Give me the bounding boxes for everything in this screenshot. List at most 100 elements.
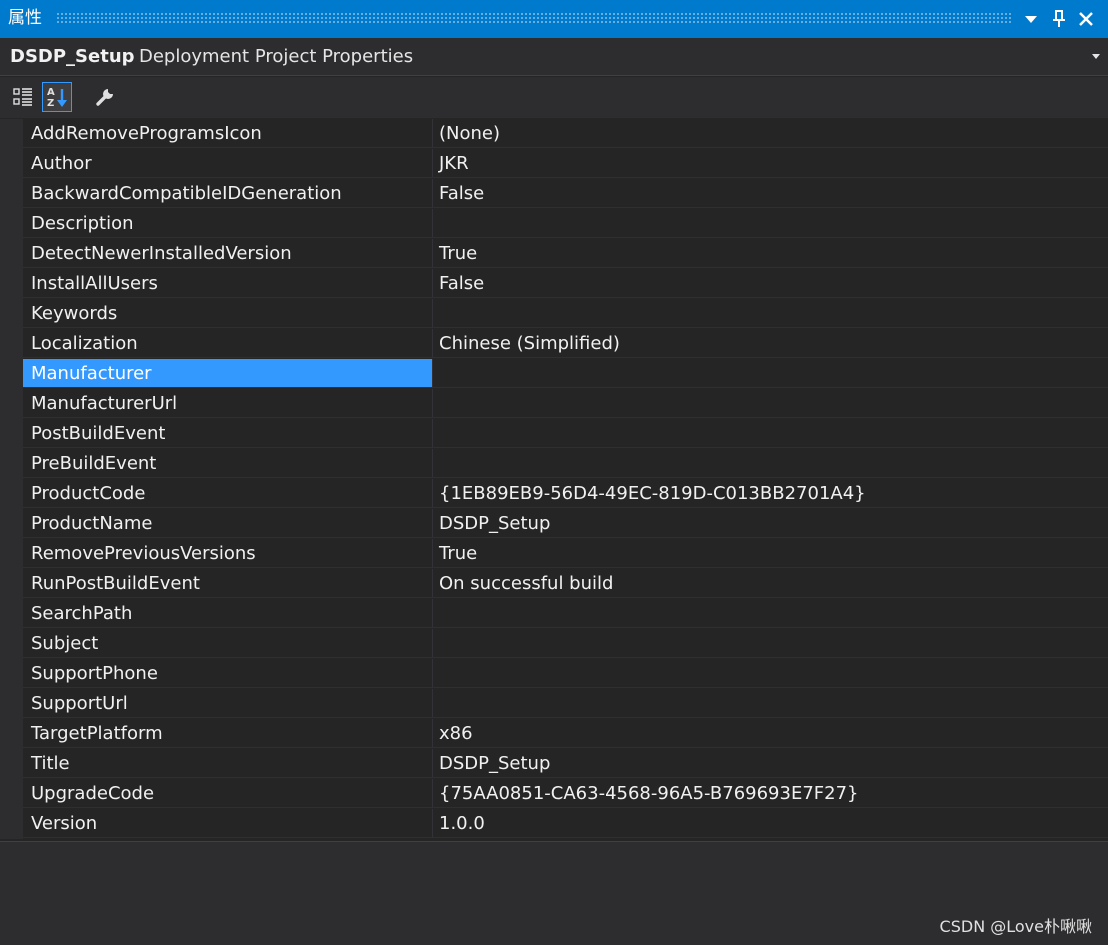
property-row[interactable]: PreBuildEvent bbox=[0, 449, 1108, 479]
property-name[interactable]: ProductName bbox=[23, 509, 432, 538]
property-name[interactable]: Subject bbox=[23, 629, 432, 658]
property-row[interactable]: SearchPath bbox=[0, 599, 1108, 629]
property-row[interactable]: Localization Chinese (Simplified) bbox=[0, 329, 1108, 359]
property-row[interactable]: AddRemoveProgramsIcon (None) bbox=[0, 119, 1108, 149]
property-row[interactable]: Title DSDP_Setup bbox=[0, 749, 1108, 779]
property-name[interactable]: SupportUrl bbox=[23, 689, 432, 718]
property-value[interactable]: True bbox=[432, 239, 1108, 268]
property-value[interactable]: On successful build bbox=[432, 569, 1108, 598]
property-value[interactable]: 1.0.0 bbox=[432, 809, 1108, 838]
property-name[interactable]: AddRemoveProgramsIcon bbox=[23, 119, 432, 148]
property-row[interactable]: InstallAllUsers False bbox=[0, 269, 1108, 299]
property-row[interactable]: DetectNewerInstalledVersion True bbox=[0, 239, 1108, 269]
property-name[interactable]: RunPostBuildEvent bbox=[23, 569, 432, 598]
property-row[interactable]: Author JKR bbox=[0, 149, 1108, 179]
property-row-margin bbox=[0, 449, 23, 479]
property-row-margin bbox=[0, 239, 23, 269]
property-row-margin bbox=[0, 779, 23, 809]
property-row[interactable]: SupportPhone bbox=[0, 659, 1108, 689]
property-value[interactable]: True bbox=[432, 539, 1108, 568]
svg-text:Z: Z bbox=[47, 98, 54, 109]
categorized-button[interactable] bbox=[8, 82, 38, 112]
property-value[interactable] bbox=[432, 389, 1108, 418]
property-row[interactable]: Keywords bbox=[0, 299, 1108, 329]
property-grid: AddRemoveProgramsIcon (None) Author JKR Back… bbox=[0, 119, 1108, 839]
property-name[interactable]: UpgradeCode bbox=[23, 779, 432, 808]
property-name[interactable]: Localization bbox=[23, 329, 432, 358]
property-row[interactable]: RunPostBuildEvent On successful build bbox=[0, 569, 1108, 599]
property-row-margin bbox=[0, 659, 23, 689]
close-button[interactable] bbox=[1074, 6, 1098, 32]
property-row[interactable]: ProductCode {1EB89EB9-56D4-49EC-819D-C013… bbox=[0, 479, 1108, 509]
property-row[interactable]: TargetPlatform x86 bbox=[0, 719, 1108, 749]
property-value[interactable] bbox=[432, 689, 1108, 718]
property-name[interactable]: Author bbox=[23, 149, 432, 178]
property-row[interactable]: SupportUrl bbox=[0, 689, 1108, 719]
property-name[interactable]: RemovePreviousVersions bbox=[23, 539, 432, 568]
property-value[interactable] bbox=[432, 299, 1108, 328]
property-value[interactable]: JKR bbox=[432, 149, 1108, 178]
property-value[interactable] bbox=[432, 209, 1108, 238]
property-name[interactable]: PostBuildEvent bbox=[23, 419, 432, 448]
property-name[interactable]: SearchPath bbox=[23, 599, 432, 628]
description-pane: CSDN @Love朴啾啾 bbox=[0, 841, 1108, 945]
property-row[interactable]: Subject bbox=[0, 629, 1108, 659]
property-row-margin bbox=[0, 149, 23, 179]
property-name[interactable]: TargetPlatform bbox=[23, 719, 432, 748]
property-name[interactable]: ProductCode bbox=[23, 479, 432, 508]
property-name[interactable]: SupportPhone bbox=[23, 659, 432, 688]
property-row[interactable]: ManufacturerUrl bbox=[0, 389, 1108, 419]
property-name[interactable]: Version bbox=[23, 809, 432, 838]
property-row-margin bbox=[0, 539, 23, 569]
property-value[interactable]: (None) bbox=[432, 119, 1108, 148]
property-value[interactable] bbox=[432, 359, 1108, 388]
property-row[interactable]: Description bbox=[0, 209, 1108, 239]
property-row[interactable]: ProductName DSDP_Setup bbox=[0, 509, 1108, 539]
property-value[interactable] bbox=[432, 599, 1108, 628]
property-row-margin bbox=[0, 569, 23, 599]
property-value[interactable]: x86 bbox=[432, 719, 1108, 748]
property-name[interactable]: Keywords bbox=[23, 299, 432, 328]
titlebar-drag-grip[interactable] bbox=[56, 12, 1012, 24]
property-row[interactable]: RemovePreviousVersions True bbox=[0, 539, 1108, 569]
svg-text:A: A bbox=[47, 87, 55, 98]
property-value[interactable]: False bbox=[432, 269, 1108, 298]
property-value[interactable] bbox=[432, 659, 1108, 688]
property-row-margin bbox=[0, 119, 23, 149]
property-value[interactable]: Chinese (Simplified) bbox=[432, 329, 1108, 358]
property-value[interactable] bbox=[432, 449, 1108, 478]
property-row-margin bbox=[0, 269, 23, 299]
property-row[interactable]: Manufacturer bbox=[0, 359, 1108, 389]
property-name[interactable]: BackwardCompatibleIDGeneration bbox=[23, 179, 432, 208]
property-name[interactable]: DetectNewerInstalledVersion bbox=[23, 239, 432, 268]
property-value[interactable]: False bbox=[432, 179, 1108, 208]
property-value[interactable] bbox=[432, 419, 1108, 448]
property-name[interactable]: InstallAllUsers bbox=[23, 269, 432, 298]
property-row[interactable]: PostBuildEvent bbox=[0, 419, 1108, 449]
property-name[interactable]: Manufacturer bbox=[23, 359, 432, 388]
property-row[interactable]: Version 1.0.0 bbox=[0, 809, 1108, 839]
property-row[interactable]: UpgradeCode {75AA0851-CA63-4568-96A5-B769… bbox=[0, 779, 1108, 809]
property-row-margin bbox=[0, 689, 23, 719]
property-name[interactable]: ManufacturerUrl bbox=[23, 389, 432, 418]
property-name[interactable]: Description bbox=[23, 209, 432, 238]
triangle-down-icon bbox=[1025, 16, 1037, 23]
object-selector-dropdown-icon[interactable] bbox=[1092, 54, 1100, 59]
properties-window-titlebar[interactable]: 属性 bbox=[0, 0, 1108, 38]
window-position-dropdown-button[interactable] bbox=[1019, 6, 1043, 32]
property-value[interactable]: {75AA0851-CA63-4568-96A5-B769693E7F27} bbox=[432, 779, 1108, 808]
property-value[interactable] bbox=[432, 629, 1108, 658]
object-selector[interactable]: DSDP_Setup Deployment Project Properties bbox=[0, 38, 1108, 76]
property-pages-button[interactable] bbox=[90, 82, 120, 112]
alphabetical-button[interactable]: A Z bbox=[42, 82, 72, 112]
property-name[interactable]: PreBuildEvent bbox=[23, 449, 432, 478]
property-value[interactable]: DSDP_Setup bbox=[432, 749, 1108, 778]
selected-object-type: Deployment Project Properties bbox=[139, 46, 414, 67]
close-icon bbox=[1079, 12, 1093, 26]
property-value[interactable]: DSDP_Setup bbox=[432, 509, 1108, 538]
properties-toolbar: A Z bbox=[0, 77, 1108, 118]
property-row[interactable]: BackwardCompatibleIDGeneration False bbox=[0, 179, 1108, 209]
property-value[interactable]: {1EB89EB9-56D4-49EC-819D-C013BB2701A4} bbox=[432, 479, 1108, 508]
auto-hide-pin-button[interactable] bbox=[1047, 6, 1071, 32]
property-name[interactable]: Title bbox=[23, 749, 432, 778]
